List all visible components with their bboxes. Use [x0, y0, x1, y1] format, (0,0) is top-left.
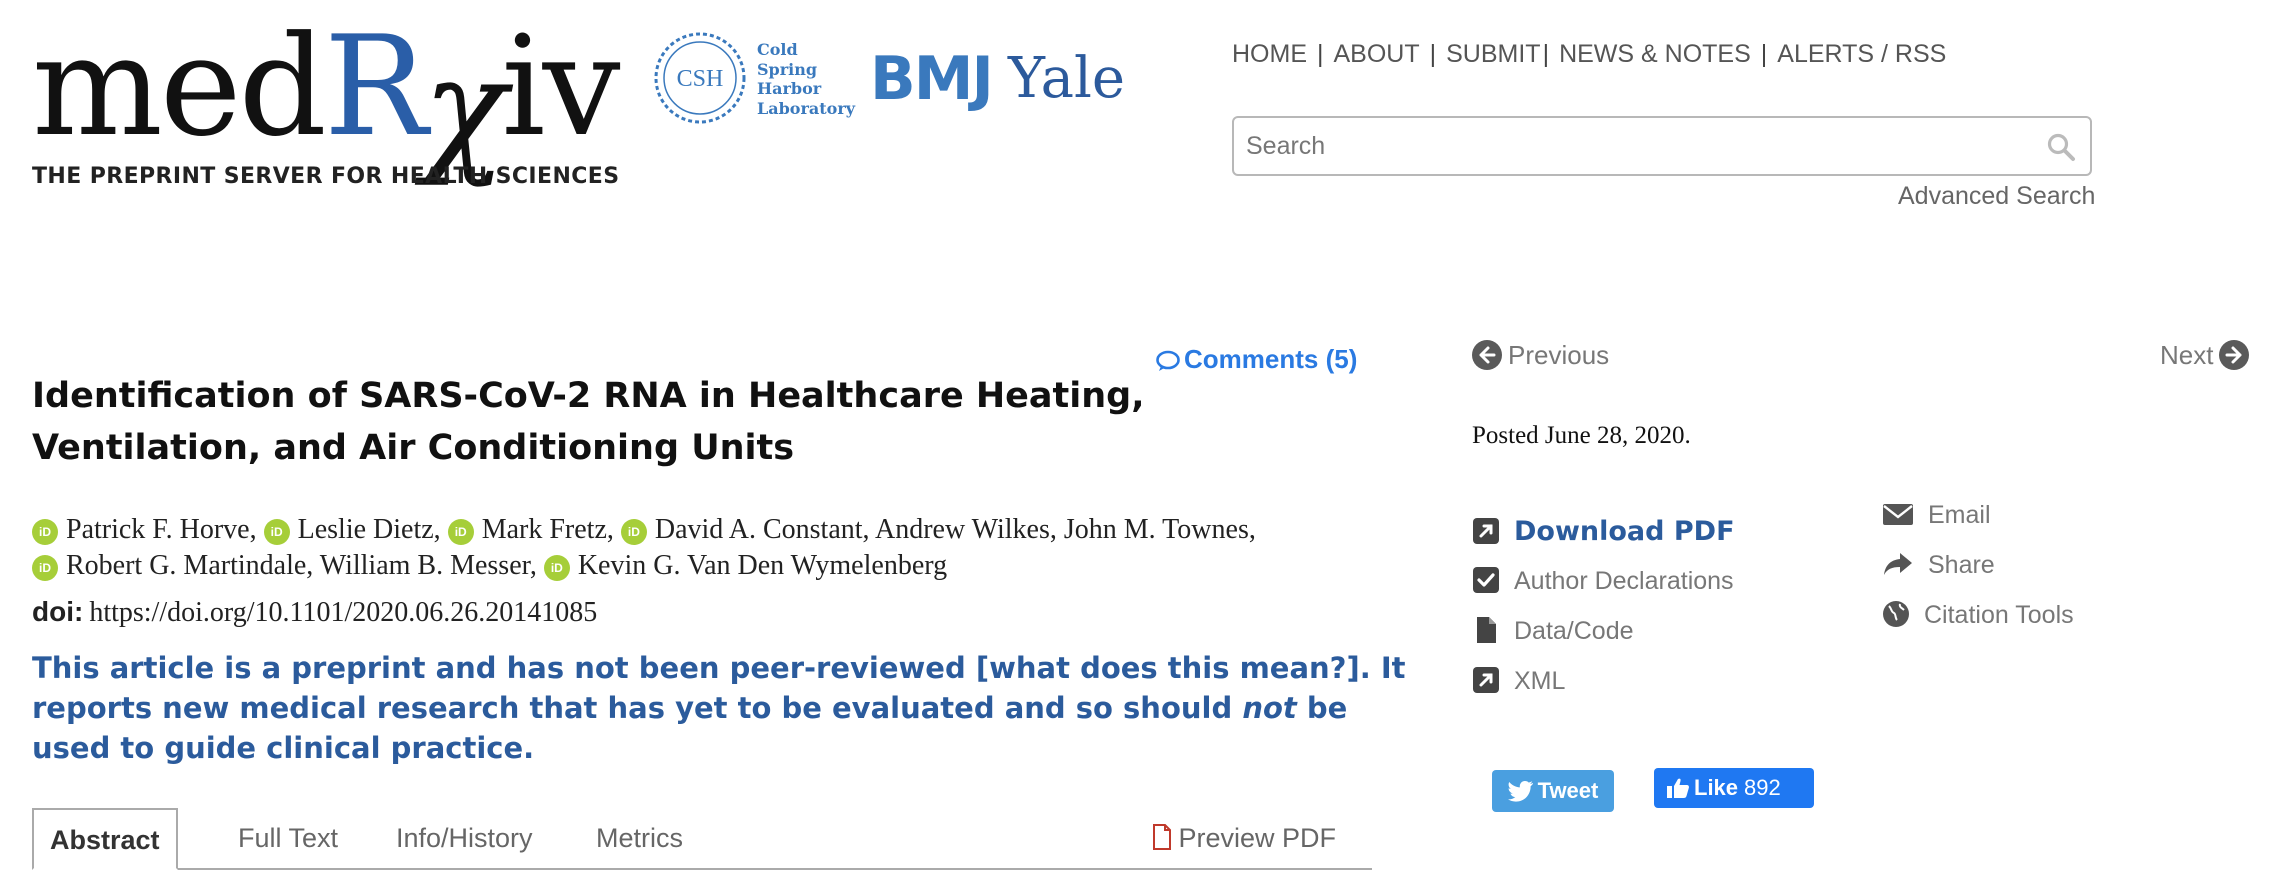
download-pdf-label: Download PDF	[1514, 516, 1735, 547]
notice-text: This article is a preprint and has not b…	[32, 651, 976, 685]
citation-tools-link[interactable]: Citation Tools	[1882, 600, 2074, 650]
doi-link[interactable]: https://doi.org/10.1101/2020.06.26.20141…	[89, 597, 597, 628]
comments-label: Comments (5)	[1184, 344, 1358, 374]
tab-full-text[interactable]: Full Text	[238, 808, 338, 870]
search-icon[interactable]	[2046, 132, 2076, 162]
svg-text:CSH: CSH	[677, 66, 724, 92]
nav-about[interactable]: ABOUT	[1334, 40, 1420, 68]
share-tools: Email Share Citation Tools	[1882, 500, 2074, 650]
globe-icon	[1883, 601, 1909, 627]
nav-news-notes[interactable]: NEWS & NOTES	[1559, 40, 1751, 68]
author-name[interactable]: Patrick F. Horve,	[66, 514, 257, 545]
advanced-search-link[interactable]: Advanced Search	[1898, 182, 2095, 211]
citation-tools-label: Citation Tools	[1924, 601, 2074, 629]
file-icon	[1477, 617, 1496, 643]
logo-tagline: THE PREPRINT SERVER FOR HEALTH SCIENCES	[32, 164, 620, 189]
share-link[interactable]: Share	[1882, 550, 2074, 600]
nav-separator: |	[1429, 40, 1437, 68]
csh-name[interactable]: Cold Spring Harbor Laboratory	[757, 40, 855, 118]
next-label: Next	[2160, 340, 2214, 370]
arrow-left-circle-icon	[1472, 340, 1502, 370]
download-pdf-link[interactable]: Download PDF	[1472, 516, 1735, 566]
orcid-icon[interactable]: iD	[263, 519, 290, 545]
data-code-link[interactable]: Data/Code	[1472, 616, 1735, 666]
comment-bubble-icon	[1156, 350, 1180, 371]
tab-info-history[interactable]: Info/History	[396, 808, 533, 870]
doi-line: doi: https://doi.org/10.1101/2020.06.26.2…	[32, 596, 597, 629]
author-declarations-label: Author Declarations	[1514, 567, 1734, 595]
csh-line: Laboratory	[757, 98, 856, 118]
external-link-icon	[1473, 518, 1499, 544]
author-line: iD Robert G. Martindale, William B. Messe…	[32, 548, 1372, 584]
facebook-like-button[interactable]: Like 892	[1654, 768, 1814, 808]
external-link-icon	[1473, 667, 1499, 693]
like-label: Like	[1694, 775, 1739, 800]
preprint-notice: This article is a preprint and has not b…	[32, 648, 1412, 768]
orcid-icon[interactable]: iD	[32, 555, 58, 581]
next-link[interactable]: Next	[2160, 340, 2250, 371]
nav-home[interactable]: HOME	[1232, 40, 1307, 68]
bmj-logo[interactable]: BMJ	[870, 44, 994, 114]
nav-submit[interactable]: SUBMIT	[1446, 40, 1540, 68]
csh-line: Cold	[757, 40, 798, 59]
share-arrow-icon	[1884, 553, 1912, 575]
article-title: Identification of SARS-CoV-2 RNA in Heal…	[32, 376, 1145, 468]
tab-abstract[interactable]: Abstract	[32, 808, 178, 870]
tab-metrics[interactable]: Metrics	[596, 808, 683, 870]
csh-line: Spring	[757, 59, 818, 79]
what-does-this-mean-link[interactable]: [what does this mean?]	[976, 651, 1360, 685]
top-nav: HOME | ABOUT | SUBMIT| NEWS & NOTES | ALERTS / …	[1232, 40, 1946, 69]
preview-pdf-link[interactable]: Preview PDF	[1152, 808, 1336, 868]
article-tabs: Abstract Full Text Info/History Metrics …	[32, 808, 1372, 870]
previous-link[interactable]: Previous	[1472, 340, 1609, 371]
orcid-icon[interactable]: iD	[543, 555, 570, 581]
xml-label: XML	[1514, 667, 1566, 695]
doi-label: doi:	[32, 596, 84, 627]
author-name[interactable]: David A. Constant, Andrew Wilkes, John M…	[655, 514, 1256, 545]
xml-link[interactable]: XML	[1472, 666, 1735, 716]
author-declarations-link[interactable]: Author Declarations	[1472, 566, 1735, 616]
arrow-right-circle-icon	[2219, 340, 2250, 370]
thumbs-up-icon	[1667, 778, 1689, 798]
csh-logo-icon[interactable]: CSH	[652, 30, 748, 126]
like-count: 892	[1744, 775, 1781, 800]
author-name[interactable]: Robert G. Martindale, William B. Messer,	[66, 550, 537, 581]
yale-logo[interactable]: Yale	[1008, 46, 1125, 111]
author-name[interactable]: Mark Fretz,	[482, 514, 614, 545]
envelope-icon	[1883, 504, 1913, 525]
author-list: iD Patrick F. Horve, iD Leslie Dietz, iD Ma…	[32, 512, 1372, 584]
comments-link[interactable]: Comments (5)	[1156, 344, 1357, 375]
nav-separator: |	[1760, 40, 1768, 68]
orcid-icon[interactable]: iD	[32, 519, 58, 545]
search-input[interactable]	[1234, 118, 2014, 174]
checkbox-checked-icon	[1473, 567, 1499, 593]
preview-pdf-label: Preview PDF	[1178, 823, 1336, 853]
nav-separator: |	[1542, 40, 1550, 68]
posted-date: Posted June 28, 2020.	[1472, 422, 1691, 449]
author-line: iD Patrick F. Horve, iD Leslie Dietz, iD Ma…	[32, 512, 1372, 548]
author-name[interactable]: Kevin G. Van Den Wymelenberg	[578, 550, 947, 581]
tweet-button[interactable]: Tweet	[1492, 770, 1614, 812]
pdf-file-icon	[1153, 824, 1172, 850]
nav-alerts-rss[interactable]: ALERTS / RSS	[1777, 40, 1946, 68]
orcid-icon[interactable]: iD	[620, 519, 647, 545]
email-label: Email	[1928, 501, 1991, 529]
orcid-icon[interactable]: iD	[447, 519, 474, 545]
nav-separator: |	[1317, 40, 1324, 68]
previous-label: Previous	[1508, 340, 1610, 370]
share-label: Share	[1928, 551, 1995, 579]
data-code-label: Data/Code	[1514, 617, 1634, 645]
search-box	[1232, 116, 2092, 176]
logo-wordmark: medRχiv	[32, 6, 621, 189]
email-link[interactable]: Email	[1882, 500, 2074, 550]
medrxiv-logo[interactable]: medRχiv THE PREPRINT SERVER FOR HEALTH S…	[32, 6, 621, 198]
article-tools: Download PDF Author Declarations Data/Co…	[1472, 516, 1735, 716]
tweet-label: Tweet	[1537, 778, 1599, 803]
twitter-bird-icon	[1507, 781, 1533, 802]
author-name[interactable]: Leslie Dietz,	[298, 514, 441, 545]
csh-line: Harbor	[757, 79, 822, 98]
notice-emphasis: not	[1242, 691, 1297, 725]
